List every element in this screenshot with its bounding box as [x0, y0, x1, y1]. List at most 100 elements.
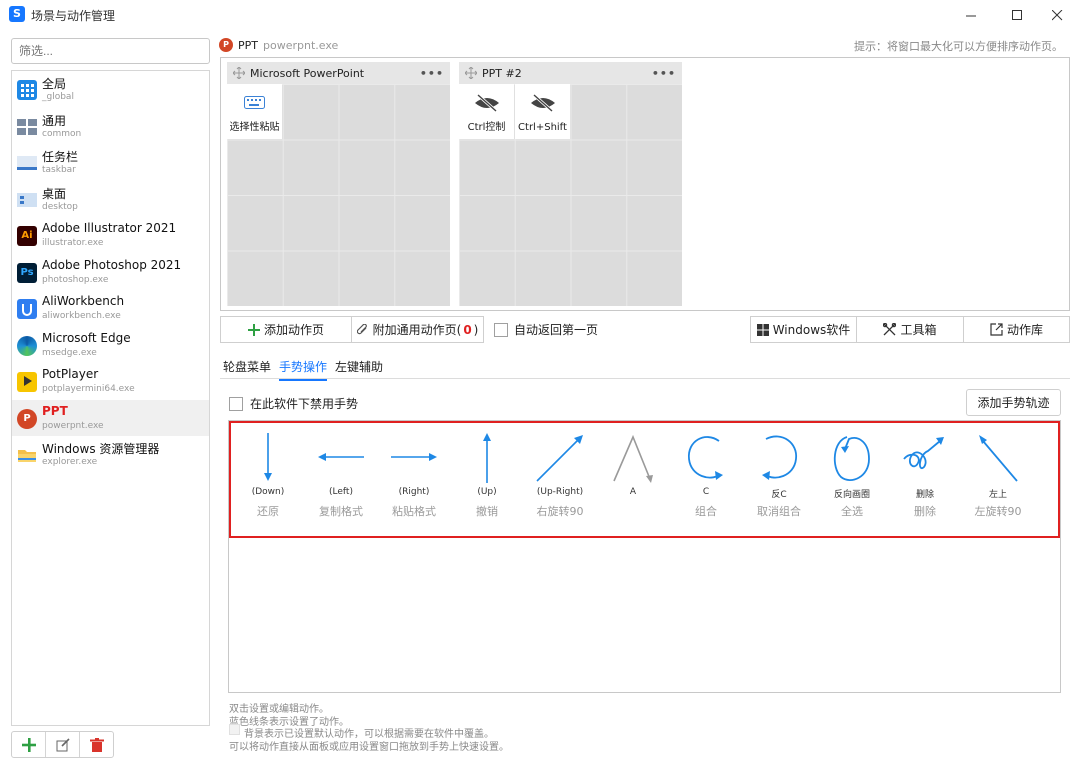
close-button[interactable]	[1034, 0, 1080, 30]
app-name: PotPlayer	[42, 367, 99, 381]
taskbar-icon	[17, 153, 37, 173]
disable-gestures-option[interactable]: 在此软件下禁用手势	[229, 395, 358, 412]
gesture-action: 全选	[841, 505, 863, 518]
more-icon[interactable]: •••	[652, 67, 676, 80]
gesture-name: (Right)	[398, 487, 430, 497]
disable-gestures-checkbox[interactable]	[229, 396, 243, 411]
add-gesture-button[interactable]: 添加手势轨迹	[966, 389, 1061, 416]
gesture-item[interactable]: (Up-Right) 右旋转90	[523, 423, 597, 536]
minimize-icon	[965, 15, 976, 16]
gesture-up-right-icon	[536, 435, 583, 482]
action-library-button[interactable]: 动作库	[963, 316, 1070, 343]
action-tile-label: Ctrl+Shift	[518, 122, 567, 133]
gesture-delete-icon	[903, 437, 944, 470]
gesture-item[interactable]: (Right) 粘贴格式	[377, 423, 451, 536]
panel-header[interactable]: Microsoft PowerPoint •••	[227, 62, 450, 84]
app-item-ppt[interactable]: P PPT powerpnt.exe	[12, 399, 209, 436]
gesture-item[interactable]: 反向画圈 全选	[815, 423, 889, 536]
drag-move-icon[interactable]	[465, 67, 477, 79]
gesture-action: 粘贴格式	[392, 505, 436, 518]
app-item-photoshop[interactable]: Ps Adobe Photoshop 2021 photoshop.exe	[12, 254, 209, 290]
hidden-eye-icon	[531, 93, 555, 113]
app-item-aliworkbench[interactable]: AliWorkbench aliworkbench.exe	[12, 290, 209, 326]
edit-app-button[interactable]	[46, 732, 80, 757]
more-icon[interactable]: •••	[420, 67, 444, 80]
gesture-down-icon	[264, 433, 272, 481]
windows-logo-icon	[756, 323, 769, 336]
gesture-name: 反C	[771, 490, 787, 500]
auto-return-checkbox[interactable]	[494, 322, 508, 337]
global-grid-icon	[17, 80, 37, 100]
app-item-potplayer[interactable]: PotPlayer potplayermini64.exe	[12, 363, 209, 399]
gesture-item[interactable]: 删除 删除	[888, 423, 962, 536]
gesture-item[interactable]: (Left) 复制格式	[304, 423, 378, 536]
app-item-global[interactable]: 全局 _global	[12, 71, 209, 107]
gesture-name: (Left)	[329, 487, 353, 497]
app-item-edge[interactable]: Microsoft Edge msedge.exe	[12, 327, 209, 363]
gesture-c-icon	[688, 436, 723, 480]
action-tile-label: 选择性粘贴	[229, 122, 280, 133]
gesture-action: 撤销	[476, 505, 498, 518]
gesture-right-icon	[391, 453, 437, 461]
gesture-name: 左上	[988, 490, 1007, 500]
windows-software-button[interactable]: Windows软件	[750, 316, 857, 343]
sidebar-toolbar	[11, 731, 114, 758]
action-tile[interactable]: 选择性粘贴	[227, 84, 282, 139]
close-icon	[1051, 9, 1062, 20]
gesture-action: 删除	[914, 505, 936, 518]
gesture-item[interactable]: (Up) 撤销	[450, 423, 524, 536]
explorer-icon	[17, 445, 37, 465]
paperclip-icon	[356, 323, 367, 334]
gesture-action: 右旋转90	[536, 505, 584, 518]
panel-header[interactable]: PPT #2 •••	[459, 62, 682, 84]
filter-input[interactable]	[11, 38, 210, 64]
auto-return-label: 自动返回第一页	[514, 323, 599, 337]
app-exe: illustrator.exe	[42, 238, 104, 248]
aliworkbench-icon	[17, 299, 37, 319]
toolbox-button[interactable]: 工具箱	[856, 316, 964, 343]
app-exe: taskbar	[42, 165, 76, 175]
gesture-item[interactable]: 反C 取消组合	[742, 423, 816, 536]
add-action-page-label: 添加动作页	[263, 323, 324, 337]
action-library-label: 动作库	[1006, 323, 1043, 337]
app-item-common[interactable]: 通用 common	[12, 108, 209, 144]
add-app-button[interactable]	[12, 732, 46, 757]
app-item-desktop[interactable]: 桌面 desktop	[12, 181, 209, 217]
gesture-circle-icon	[833, 436, 870, 481]
help-text-4: 可以将动作直接从面板或应用设置窗口拖放到手势上快速设置。	[229, 742, 509, 753]
gesture-item[interactable]: 左上 左旋转90	[961, 423, 1035, 536]
app-item-taskbar[interactable]: 任务栏 taskbar	[12, 144, 209, 180]
auto-return-option[interactable]: 自动返回第一页	[494, 321, 598, 338]
panel-title: Microsoft PowerPoint	[250, 66, 365, 80]
attach-common-page-button[interactable]: 附加通用动作页(0)	[351, 316, 484, 343]
app-exe: desktop	[42, 201, 78, 212]
action-tile[interactable]: Ctrl控制	[459, 84, 514, 139]
photoshop-icon: Ps	[17, 262, 37, 283]
attach-common-label: 附加通用动作页(	[372, 323, 462, 337]
action-page-panel[interactable]: PPT #2 ••• Ctrl控制 Ctrl+Shift	[459, 62, 682, 306]
app-name: Adobe Photoshop 2021	[42, 257, 182, 272]
app-item-illustrator[interactable]: Ai Adobe Illustrator 2021 illustrator.ex…	[12, 217, 209, 253]
edge-icon	[17, 335, 37, 356]
gesture-item[interactable]: A	[596, 423, 670, 536]
drag-move-icon[interactable]	[233, 67, 245, 79]
action-page-panel[interactable]: Microsoft PowerPoint ••• 选择性粘贴	[227, 62, 450, 306]
gesture-name: (Up-Right)	[536, 487, 584, 497]
gesture-name: 反向画圈	[833, 490, 870, 500]
app-header-exe: powerpnt.exe	[263, 38, 339, 52]
add-action-page-button[interactable]: 添加动作页	[220, 316, 352, 343]
external-link-icon	[990, 323, 1003, 336]
gesture-action: 还原	[257, 505, 279, 518]
delete-app-button[interactable]	[80, 732, 113, 757]
desktop-icon	[17, 190, 37, 210]
gesture-name: (Up)	[477, 487, 497, 497]
gesture-up-icon	[483, 433, 491, 483]
hidden-eye-icon	[475, 93, 499, 113]
action-tile[interactable]: Ctrl+Shift	[515, 84, 570, 139]
app-list: 全局 _global 通用 common 任务栏 taskbar 桌面 desk…	[11, 70, 210, 726]
gesture-item[interactable]: C 组合	[669, 423, 743, 536]
app-item-explorer[interactable]: Windows 资源管理器 explorer.exe	[12, 436, 209, 472]
minimize-button[interactable]	[948, 0, 994, 30]
gesture-item[interactable]: (Down) 还原	[231, 423, 305, 536]
potplayer-icon	[17, 372, 37, 392]
